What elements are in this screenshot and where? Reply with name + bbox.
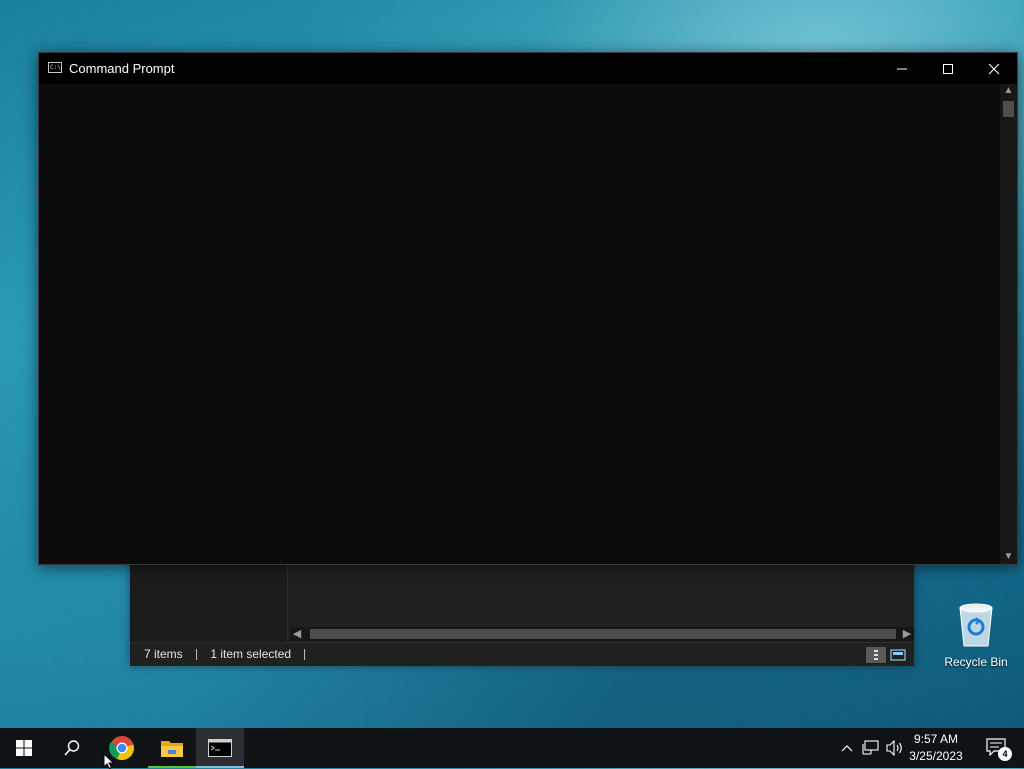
taskbar[interactable]: 9:57 AM 3/25/2023 4: [0, 728, 1024, 768]
taskbar-clock[interactable]: 9:57 AM 3/25/2023: [900, 728, 972, 768]
notification-count-badge: 4: [998, 747, 1012, 761]
clock-time: 9:57 AM: [913, 732, 959, 746]
horizontal-scrollbar[interactable]: ◀ ▶: [290, 627, 914, 641]
mouse-cursor-icon: [103, 753, 115, 769]
show-hidden-icons-button[interactable]: [838, 728, 856, 768]
command-prompt-icon: [208, 739, 232, 757]
vertical-scroll-thumb[interactable]: [1003, 101, 1014, 117]
file-explorer-window[interactable]: ◀ ▶ 7 items 1 item selected: [130, 560, 914, 666]
large-icons-view-button[interactable]: [888, 647, 908, 663]
horizontal-scroll-thumb[interactable]: [310, 629, 896, 639]
command-prompt-window[interactable]: C:\ Command Prompt ▲ ▼: [38, 52, 1018, 565]
search-icon: [64, 740, 80, 756]
vertical-scrollbar[interactable]: ▲ ▼: [1000, 84, 1017, 564]
file-explorer-icon: [161, 741, 183, 757]
close-button[interactable]: [971, 53, 1017, 84]
command-prompt-app-icon[interactable]: C:\: [48, 62, 62, 73]
scroll-up-arrow-icon[interactable]: ▲: [1000, 84, 1017, 98]
action-center-button[interactable]: 4: [986, 738, 1012, 761]
title-bar[interactable]: C:\ Command Prompt: [39, 53, 1017, 84]
network-icon: [862, 740, 879, 755]
selection-count-text: 1 item selected: [210, 647, 292, 661]
minimize-icon: [897, 68, 907, 70]
scroll-down-arrow-icon[interactable]: ▼: [1000, 550, 1017, 564]
status-bar: 7 items 1 item selected: [130, 642, 914, 666]
status-separator: [304, 649, 306, 661]
details-view-button[interactable]: [866, 647, 886, 663]
start-button[interactable]: [0, 728, 48, 768]
window-title: Command Prompt: [69, 61, 175, 76]
large-icons-view-icon: [890, 649, 906, 661]
console-output-area[interactable]: [39, 84, 1000, 564]
start-icon: [16, 740, 32, 756]
network-tray-button[interactable]: [860, 728, 882, 768]
recycle-bin-label: Recycle Bin: [944, 655, 1008, 669]
maximize-icon: [943, 64, 953, 74]
search-button[interactable]: [48, 728, 96, 768]
details-view-icon: [874, 650, 878, 660]
recycle-bin-desktop-icon[interactable]: Recycle Bin: [940, 600, 1012, 669]
item-count-text: 7 items: [144, 647, 183, 661]
minimize-button[interactable]: [879, 53, 925, 84]
scroll-right-arrow-icon[interactable]: ▶: [900, 627, 914, 641]
chevron-up-icon: [841, 745, 853, 752]
command-prompt-taskbar-button[interactable]: [196, 728, 244, 768]
scroll-left-arrow-icon[interactable]: ◀: [290, 627, 304, 641]
recycle-bin-icon: [959, 603, 993, 647]
maximize-button[interactable]: [925, 53, 971, 84]
file-explorer-taskbar-button[interactable]: [148, 728, 196, 768]
navigation-pane[interactable]: [130, 560, 288, 643]
clock-date: 3/25/2023: [909, 749, 963, 763]
status-separator: [196, 649, 198, 661]
close-icon: [988, 63, 1000, 75]
